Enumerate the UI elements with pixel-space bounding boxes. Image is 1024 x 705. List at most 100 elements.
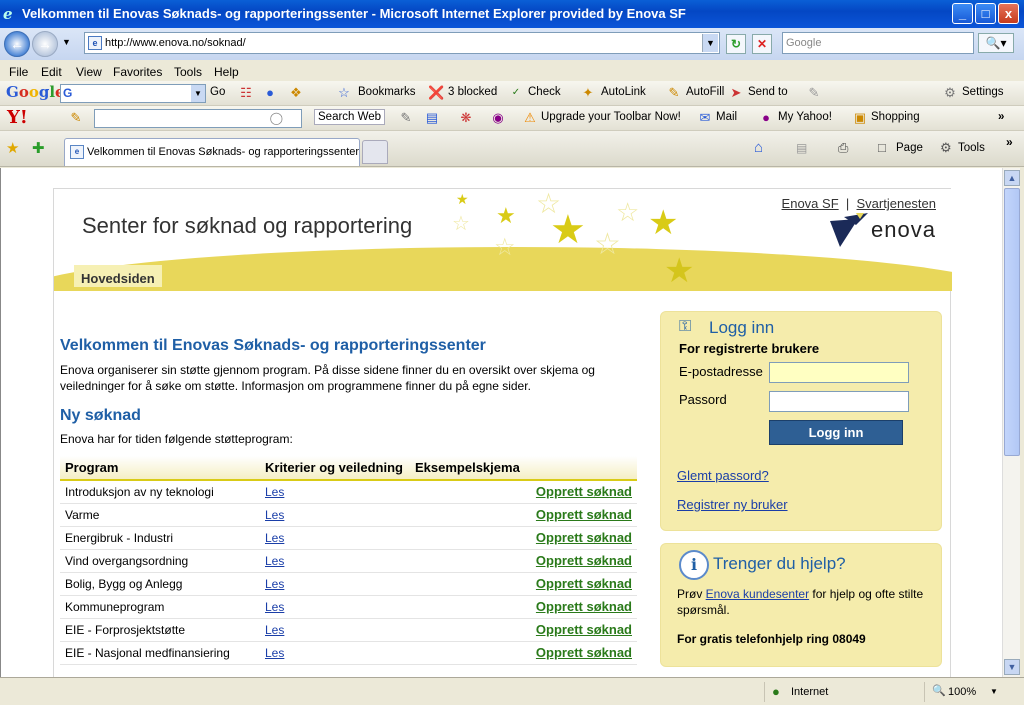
- enova-logo-text[interactable]: enova: [871, 217, 936, 243]
- add-favorites-icon[interactable]: ✚: [32, 139, 45, 157]
- puzzle-icon[interactable]: ❖: [288, 85, 304, 101]
- print-icon[interactable]: ⎙: [838, 140, 848, 156]
- tab-active[interactable]: e Velkommen til Enovas Søknads- og rappo…: [64, 138, 360, 166]
- email-field[interactable]: [769, 362, 909, 383]
- menu-tools[interactable]: Tools: [174, 65, 202, 79]
- create-application-link[interactable]: Opprett søknad: [536, 645, 632, 660]
- back-button[interactable]: ←: [4, 31, 30, 57]
- customer-center-link[interactable]: Enova kundesenter: [706, 587, 809, 601]
- read-link[interactable]: Les: [265, 577, 284, 591]
- read-link[interactable]: Les: [265, 531, 284, 545]
- blocked-button[interactable]: 3 blocked: [448, 86, 497, 98]
- target-icon[interactable]: ❋: [458, 110, 474, 126]
- read-link[interactable]: Les: [265, 554, 284, 568]
- create-application-link[interactable]: Opprett søknad: [536, 484, 632, 499]
- sendto-button[interactable]: Send to: [748, 86, 788, 98]
- read-link[interactable]: Les: [265, 508, 284, 522]
- upgrade-toolbar-link[interactable]: Upgrade your Toolbar Now!: [541, 111, 681, 123]
- address-bar[interactable]: e http://www.enova.no/soknad/ ▼: [84, 32, 720, 54]
- history-dropdown-icon[interactable]: ▼: [62, 37, 71, 47]
- mail-button[interactable]: Mail: [716, 111, 737, 123]
- read-link[interactable]: Les: [265, 485, 284, 499]
- program-name: Kommuneprogram: [60, 595, 260, 619]
- create-application-link[interactable]: Opprett søknad: [536, 553, 632, 568]
- menu-favorites[interactable]: Favorites: [113, 65, 162, 79]
- register-user-link[interactable]: Registrer ny bruker: [677, 497, 788, 512]
- zoom-dropdown-icon[interactable]: ▼: [990, 687, 998, 696]
- login-heading: Logg inn: [709, 318, 775, 337]
- minimize-button[interactable]: _: [952, 3, 973, 24]
- create-application-link[interactable]: Opprett søknad: [536, 576, 632, 591]
- create-application-link[interactable]: Opprett søknad: [536, 507, 632, 522]
- menu-view[interactable]: View: [76, 65, 102, 79]
- tabrow-overflow-icon[interactable]: »: [1006, 135, 1013, 149]
- menu-help[interactable]: Help: [214, 65, 239, 79]
- new-tab-button[interactable]: [362, 140, 388, 164]
- program-name: Vind overgangsordning: [60, 549, 260, 573]
- bookmarks-button[interactable]: Bookmarks: [358, 86, 416, 98]
- scroll-down-icon[interactable]: ▼: [1004, 659, 1020, 675]
- scroll-up-icon[interactable]: ▲: [1004, 170, 1020, 186]
- check-button[interactable]: Check: [528, 86, 561, 98]
- table-header-row: Program Kriterier og veiledning Eksempel…: [60, 456, 637, 481]
- yahoo-pencil-icon[interactable]: ✎: [68, 110, 84, 126]
- page-menu-button[interactable]: Page: [896, 142, 923, 154]
- password-field[interactable]: [769, 391, 909, 412]
- read-link[interactable]: Les: [265, 600, 284, 614]
- login-button[interactable]: Logg inn: [769, 420, 903, 445]
- favorites-star-icon[interactable]: ★: [6, 139, 19, 157]
- login-subheading: For registrerte brukere: [679, 341, 820, 356]
- tools-menu-button[interactable]: Tools: [958, 142, 985, 154]
- menu-edit[interactable]: Edit: [41, 65, 62, 79]
- vertical-scrollbar[interactable]: ▲ ▼: [1002, 168, 1020, 677]
- google-search-input[interactable]: G ▼: [60, 84, 206, 103]
- create-application-link[interactable]: Opprett søknad: [536, 622, 632, 637]
- read-link[interactable]: Les: [265, 623, 284, 637]
- email-label: E-postadresse: [679, 364, 763, 379]
- window-titlebar: e Velkommen til Enovas Søknads- og rappo…: [0, 0, 1024, 28]
- globe-icon[interactable]: ●: [262, 85, 278, 101]
- create-application-link[interactable]: Opprett søknad: [536, 599, 632, 614]
- yahoo-search-input[interactable]: ◯: [94, 109, 302, 128]
- enova-logo-icon[interactable]: [830, 213, 870, 247]
- enova-sf-link[interactable]: Enova SF: [782, 196, 839, 211]
- google-go-button[interactable]: Go: [210, 86, 225, 98]
- yahoo-logo[interactable]: Y!: [7, 107, 28, 128]
- forgot-password-link[interactable]: Glemt passord?: [677, 468, 769, 483]
- home-icon[interactable]: ⌂: [754, 139, 763, 156]
- address-dropdown-icon[interactable]: ▼: [702, 34, 718, 52]
- address-row: ← → ▼ e http://www.enova.no/soknad/ ▼ ↻ …: [0, 28, 1024, 60]
- search-input[interactable]: Google: [782, 32, 974, 54]
- window-icon[interactable]: ▤: [424, 110, 440, 126]
- create-application-link[interactable]: Opprett søknad: [536, 530, 632, 545]
- settings-button[interactable]: Settings: [962, 86, 1004, 98]
- autofill-button[interactable]: AutoFill: [686, 86, 724, 98]
- address-url[interactable]: http://www.enova.no/soknad/: [105, 37, 246, 49]
- pencil-icon[interactable]: ✎: [806, 85, 822, 101]
- toolbar-overflow-icon[interactable]: »: [998, 111, 1004, 123]
- forward-button[interactable]: →: [32, 31, 58, 57]
- read-link[interactable]: Les: [265, 646, 284, 660]
- search-icon[interactable]: 🔍▾: [978, 33, 1014, 53]
- menu-file[interactable]: File: [9, 65, 28, 79]
- maximize-button[interactable]: □: [975, 3, 996, 24]
- my-yahoo-button[interactable]: My Yahoo!: [778, 111, 832, 123]
- star-outline-icon: ☆: [616, 197, 640, 227]
- shopping-button[interactable]: Shopping: [871, 111, 920, 123]
- search-web-button[interactable]: Search Web: [314, 109, 386, 125]
- scroll-thumb[interactable]: [1004, 188, 1020, 456]
- news-icon[interactable]: ☷: [238, 85, 254, 101]
- svartjenesten-link[interactable]: Svartjenesten: [857, 196, 937, 211]
- login-box: ⚿ Logg inn For registrerte brukere E-pos…: [660, 311, 942, 531]
- zoom-level[interactable]: 100%: [948, 686, 976, 698]
- stop-icon[interactable]: ✕: [752, 34, 772, 54]
- refresh-icon[interactable]: ↻: [726, 34, 746, 54]
- google-logo: Google: [6, 83, 65, 101]
- google-dropdown-icon[interactable]: ▼: [191, 85, 205, 102]
- autolink-button[interactable]: AutoLink: [601, 86, 646, 98]
- program-name: Energibruk - Industri: [60, 526, 260, 550]
- eraser-icon[interactable]: ✎: [398, 110, 414, 126]
- headphones-icon[interactable]: ◉: [490, 110, 506, 126]
- feeds-icon[interactable]: ▤: [796, 141, 807, 155]
- close-button[interactable]: x: [998, 3, 1019, 24]
